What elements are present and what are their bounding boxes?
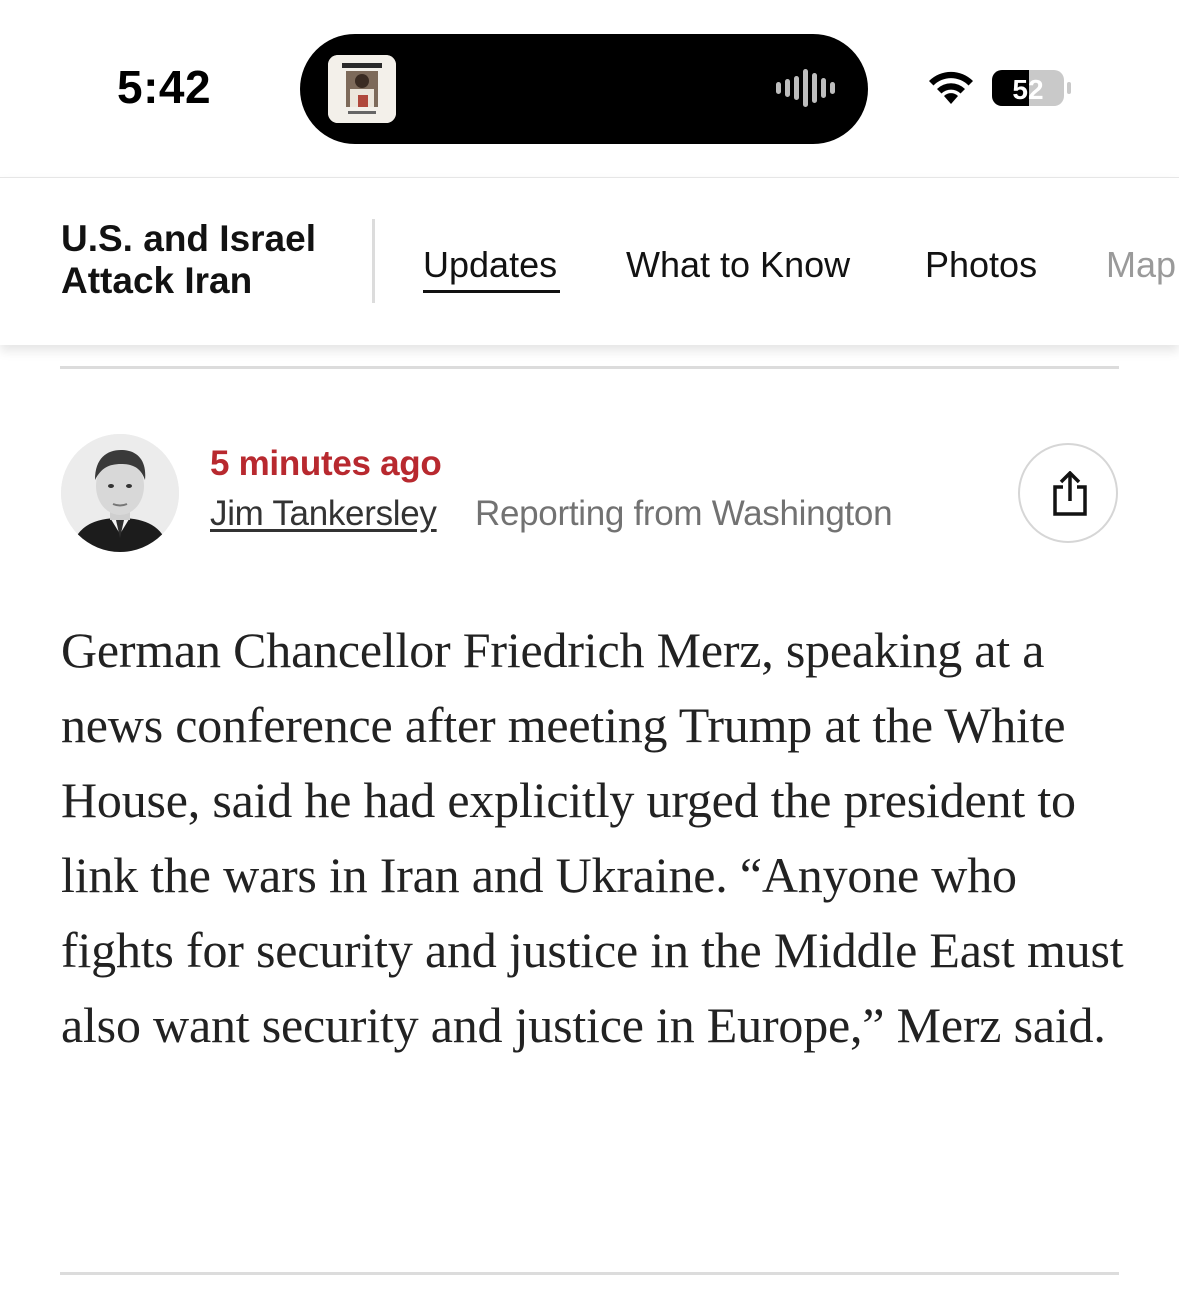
share-button[interactable] bbox=[1018, 443, 1118, 543]
nav-divider bbox=[372, 219, 375, 303]
post-divider-bottom bbox=[60, 1272, 1119, 1275]
tab-map[interactable]: Map bbox=[1106, 244, 1176, 286]
post-body: German Chancellor Friedrich Merz, speaki… bbox=[61, 622, 1124, 1053]
battery-level: 52 bbox=[1012, 74, 1043, 105]
section-nav: U.S. and Israel Attack Iran Updates What… bbox=[0, 177, 1179, 345]
wifi-icon bbox=[926, 68, 976, 106]
tab-what-to-know[interactable]: What to Know bbox=[626, 244, 850, 286]
author-avatar[interactable] bbox=[61, 434, 179, 552]
post-timestamp: 5 minutes ago bbox=[210, 444, 442, 483]
share-icon bbox=[1053, 471, 1087, 516]
status-time: 5:42 bbox=[117, 61, 212, 113]
battery-icon: 52 bbox=[990, 68, 1072, 108]
album-art-icon[interactable] bbox=[328, 55, 396, 123]
status-bar: 5:42 52 bbox=[0, 0, 1179, 176]
post-dateline: Reporting from Washington bbox=[475, 494, 893, 533]
tab-updates[interactable]: Updates bbox=[423, 244, 557, 286]
section-title[interactable]: U.S. and Israel Attack Iran bbox=[61, 218, 351, 302]
author-link[interactable]: Jim Tankersley bbox=[210, 494, 437, 534]
post-divider-top bbox=[60, 366, 1119, 369]
active-tab-indicator bbox=[423, 290, 560, 293]
audio-waveform-icon bbox=[776, 69, 840, 107]
tab-photos[interactable]: Photos bbox=[925, 244, 1037, 286]
